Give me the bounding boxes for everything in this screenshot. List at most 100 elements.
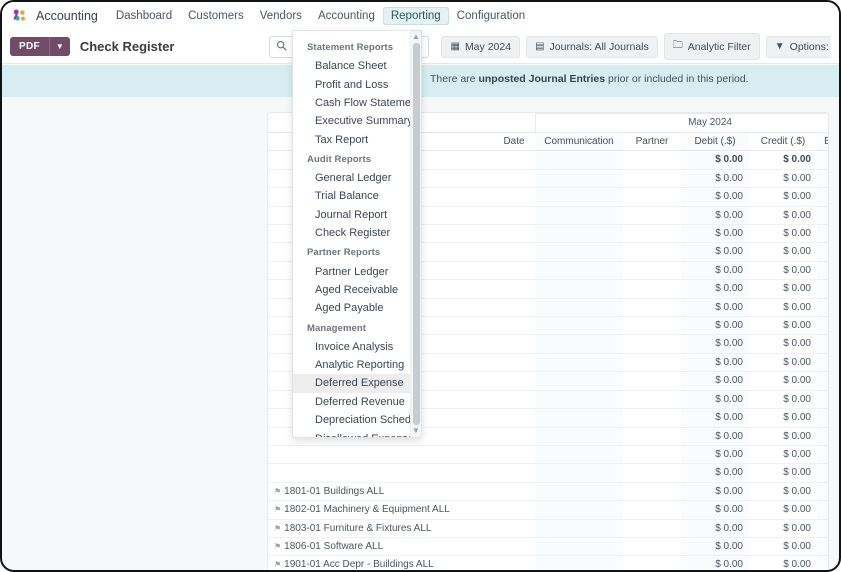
row-debit-cell: $ 0.00 — [681, 242, 749, 262]
dropdown-item-depreciation-schedule[interactable]: Depreciation Schedule — [293, 411, 410, 429]
nav-item-accounting[interactable]: Accounting — [310, 7, 383, 25]
row-credit-cell: $ 0.00 — [749, 482, 817, 502]
row-partner-cell — [623, 371, 681, 391]
caret-down-icon[interactable]: ▼ — [48, 37, 70, 56]
bookmark-icon: ⚑ — [274, 486, 282, 496]
row-debit-cell: $ 0.00 — [681, 482, 749, 502]
row-date-cell — [493, 169, 535, 189]
table-row[interactable]: ⚑1801-01 Buildings ALL$ 0.00$ 0.00$ 0.00 — [268, 482, 828, 502]
row-communication-cell — [535, 519, 623, 538]
table-row[interactable]: ⚑ 1901-01 Acc Depr - Buildings ALL $ 0.00 $… — [268, 555, 828, 570]
col-header-balance[interactable]: Balance (.$) — [817, 132, 828, 152]
row-communication-cell — [535, 500, 623, 520]
odoo-logo-icon[interactable] — [10, 6, 30, 26]
row-balance-cell: $ 0.00 — [817, 279, 828, 299]
row-partner-cell — [623, 537, 681, 557]
spacer-cell — [493, 113, 535, 133]
nav-item-configuration[interactable]: Configuration — [449, 7, 533, 25]
row-date-cell — [493, 555, 535, 570]
row-partner-cell — [623, 408, 681, 428]
row-balance-cell: $ 0.00 — [817, 206, 828, 226]
row-debit-cell: $ 0.00 — [681, 445, 749, 465]
dropdown-item-cash-flow-statement[interactable]: Cash Flow Statement — [293, 94, 410, 112]
col-header-debit[interactable]: Debit (.$) — [681, 132, 749, 152]
row-balance-cell: $ 0.00 — [817, 298, 828, 318]
total-debit-cell: $ 0.00 — [681, 150, 749, 170]
page-title: Check Register — [79, 39, 175, 54]
col-header-partner[interactable]: Partner — [623, 132, 681, 152]
pdf-button[interactable]: PDF — [10, 37, 49, 56]
dropdown-item-analytic-reporting[interactable]: Analytic Reporting — [293, 356, 410, 374]
scrollbar-thumb[interactable] — [413, 43, 420, 425]
dropdown-item-check-register[interactable]: Check Register — [293, 224, 410, 242]
dropdown-item-deferred-revenue[interactable]: Deferred Revenue — [293, 393, 410, 411]
row-partner-cell — [623, 390, 681, 410]
row-balance-cell: $ 0.00 — [817, 334, 828, 354]
row-balance-cell: $ 0.00 — [817, 390, 828, 410]
table-row[interactable]: $ 0.00$ 0.00$ 0.00 — [268, 463, 828, 483]
dropdown-item-profit-and-loss[interactable]: Profit and Loss — [293, 75, 410, 93]
dropdown-item-balance-sheet[interactable]: Balance Sheet — [293, 57, 410, 75]
caret-up-icon[interactable]: ▲ — [411, 32, 421, 42]
app-name[interactable]: Accounting — [34, 9, 108, 23]
banner-text-highlight[interactable]: unposted Journal Entries — [478, 73, 605, 85]
row-credit-cell: $ 0.00 — [749, 279, 817, 299]
row-date-cell — [493, 445, 535, 465]
row-communication-cell — [535, 169, 623, 189]
nav-item-dashboard[interactable]: Dashboard — [108, 7, 180, 25]
row-credit-cell: $ 0.00 — [749, 371, 817, 391]
dropdown-item-trial-balance[interactable]: Trial Balance — [293, 187, 410, 205]
nav-item-customers[interactable]: Customers — [180, 7, 252, 25]
row-partner-cell — [623, 463, 681, 483]
row-balance-cell: $ 0.00 — [817, 519, 828, 538]
row-communication-cell — [535, 206, 623, 226]
row-credit-cell: $ 0.00 — [749, 427, 817, 446]
filter-chip-options-label: Options: Posted Entries Only — [789, 40, 831, 53]
dropdown-item-deferred-expense[interactable]: Deferred Expense — [293, 374, 410, 393]
table-row[interactable]: ⚑ 1802-01 Machinery & Equipment ALL $ 0.00… — [268, 500, 828, 520]
row-communication-cell — [535, 371, 623, 391]
dropdown-item-executive-summary[interactable]: Executive Summary — [293, 112, 410, 130]
table-row[interactable]: ⚑ 1803-01 Furniture & Fixtures ALL $ 0.00 $… — [268, 519, 828, 538]
dropdown-item-aged-payable[interactable]: Aged Payable — [293, 299, 410, 317]
row-communication-cell — [535, 242, 623, 262]
row-communication-cell — [535, 224, 623, 244]
bookmark-icon: ⚑ — [274, 560, 282, 570]
nav-item-reporting[interactable]: Reporting — [382, 7, 449, 25]
filter-chip-options[interactable]: ▼ Options: Posted Entries Only — [765, 35, 831, 58]
table-row[interactable]: $ 0.00$ 0.00$ 0.00 — [268, 445, 828, 465]
row-balance-cell: $ 0.00 — [817, 482, 828, 502]
table-row[interactable]: ⚑1806-01 Software ALL$ 0.00$ 0.00$ 0.00 — [268, 537, 828, 557]
filter-chip-date[interactable]: ▦ May 2024 — [441, 35, 521, 58]
row-balance-cell: $ 0.00 — [817, 500, 828, 520]
row-debit-cell: $ 0.00 — [681, 334, 749, 354]
row-debit-cell: $ 0.00 — [681, 555, 749, 570]
dropdown-item-general-ledger[interactable]: General Ledger — [293, 169, 410, 187]
col-header-credit[interactable]: Credit (.$) — [749, 132, 817, 152]
row-credit-cell: $ 0.00 — [749, 206, 817, 226]
caret-down-icon[interactable]: ▼ — [411, 426, 421, 436]
row-credit-cell: $ 0.00 — [749, 390, 817, 410]
nav-item-vendors[interactable]: Vendors — [252, 7, 310, 25]
row-date-cell — [493, 261, 535, 281]
col-header-date[interactable]: Date — [493, 132, 535, 152]
filter-chip-journals-label: Journals: All Journals — [549, 40, 649, 53]
dropdown-scrollbar[interactable]: ▲ ▼ — [410, 31, 421, 437]
row-partner-cell — [623, 334, 681, 354]
filter-chip-journals[interactable]: ▤ Journals: All Journals — [526, 35, 658, 58]
filter-chip-analytic-label: Analytic Filter — [687, 40, 751, 53]
dropdown-item-invoice-analysis[interactable]: Invoice Analysis — [293, 338, 410, 356]
dropdown-item-aged-receivable[interactable]: Aged Receivable — [293, 281, 410, 299]
row-debit-cell: $ 0.00 — [681, 408, 749, 428]
dropdown-item-journal-report[interactable]: Journal Report — [293, 206, 410, 224]
row-communication-cell — [535, 445, 623, 465]
filter-chip-analytic[interactable]: 🗀 Analytic Filter — [663, 33, 760, 60]
row-communication-cell — [535, 408, 623, 428]
top-navbar: Accounting Dashboard Customers Vendors A… — [2, 2, 839, 30]
col-header-communication[interactable]: Communication — [535, 132, 623, 152]
dropdown-item-tax-report[interactable]: Tax Report — [293, 131, 410, 149]
dropdown-item-partner-ledger[interactable]: Partner Ledger — [293, 262, 410, 280]
row-partner-cell — [623, 500, 681, 520]
dropdown-item-disallowed-expenses[interactable]: Disallowed Expenses — [293, 429, 410, 437]
book-icon: ▤ — [535, 41, 545, 52]
